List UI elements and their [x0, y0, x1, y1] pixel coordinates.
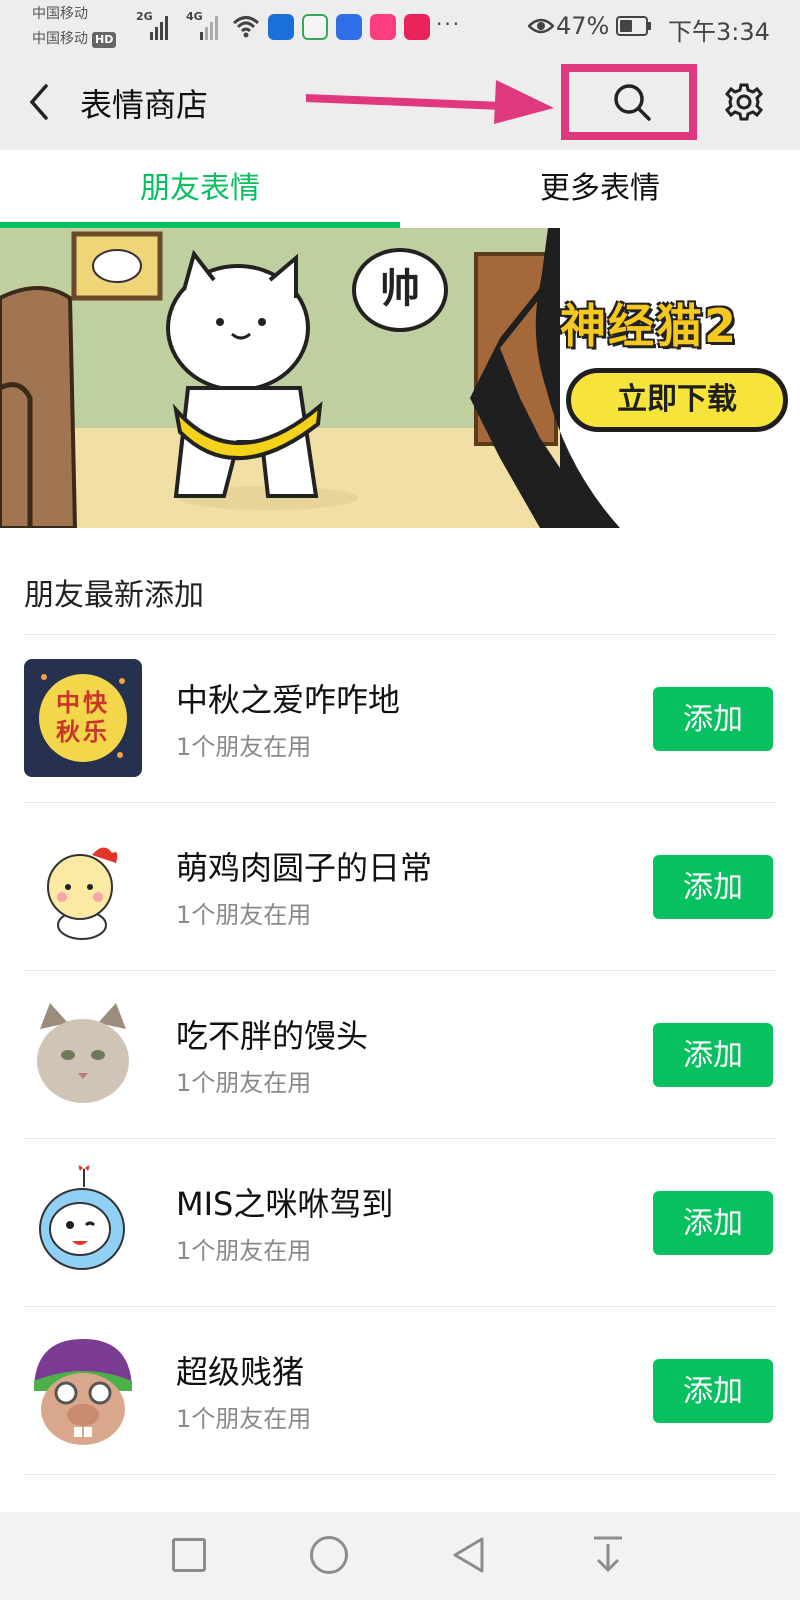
browser-app-icon — [302, 14, 328, 40]
carrier-secondary-label: 中国移动 — [32, 31, 88, 47]
sticker-thumbnail — [24, 827, 142, 945]
recent-apps-icon[interactable] — [172, 1538, 206, 1572]
home-icon[interactable] — [310, 1536, 348, 1574]
promo-banner[interactable]: 帅 神经猫2 立即下载 — [0, 228, 800, 528]
add-button[interactable]: 添加 — [653, 1023, 773, 1087]
sticker-usage: 1个朋友在用 — [176, 1069, 312, 1097]
tab-bar: 朋友表情 更多表情 — [0, 150, 800, 229]
eye-comfort-icon — [528, 18, 554, 34]
download-now-button[interactable]: 立即下载 — [566, 368, 788, 432]
system-back-icon[interactable] — [450, 1536, 486, 1574]
sticker-usage: 1个朋友在用 — [176, 1405, 312, 1433]
notification-pulldown-icon[interactable] — [592, 1534, 624, 1574]
back-icon[interactable] — [24, 82, 54, 122]
clock: 下午3:34 — [668, 18, 770, 46]
sticker-name: 吃不胖的馒头 — [176, 1017, 369, 1055]
sticker-name: 超级贱猪 — [176, 1353, 305, 1391]
list-item[interactable]: 中快秋乐 中秋之爱咋咋地 1个朋友在用 添加 — [0, 635, 800, 803]
sticker-usage: 1个朋友在用 — [176, 1237, 312, 1265]
speech-bubble: 帅 — [352, 248, 448, 332]
add-button[interactable]: 添加 — [653, 1191, 773, 1255]
status-bar: 中国移动 中国移动 HD 2G 4G ··· 47% 下午3:34 — [0, 0, 800, 56]
sticker-thumbnail — [24, 995, 142, 1113]
system-nav-bar — [0, 1512, 800, 1600]
astronaut-thumbnail-icon — [39, 1165, 125, 1270]
banner-title: 神经猫2 — [560, 299, 739, 353]
cat-thumbnail-icon — [37, 1003, 129, 1103]
network-4g-label: 4G — [186, 10, 203, 23]
sticker-name: 中秋之爱咋咋地 — [176, 681, 401, 719]
add-button[interactable]: 添加 — [653, 687, 773, 751]
battery-percent: 47% — [556, 12, 610, 40]
sticker-name: MIS之咪咻驾到 — [176, 1185, 394, 1223]
page-title: 表情商店 — [80, 86, 209, 124]
add-button[interactable]: 添加 — [653, 1359, 773, 1423]
search-icon[interactable] — [612, 82, 652, 122]
wifi-icon — [232, 16, 260, 38]
list-item[interactable]: 超级贱猪 1个朋友在用 添加 — [0, 1307, 800, 1475]
signal-2g-icon: 2G — [136, 10, 168, 40]
hd-badge: HD — [92, 32, 117, 48]
list-item[interactable]: 吃不胖的馒头 1个朋友在用 添加 — [0, 971, 800, 1139]
carrier-secondary: 中国移动 HD — [32, 29, 117, 49]
sticker-name: 萌鸡肉圆子的日常 — [176, 849, 433, 887]
shield-app-icon — [268, 14, 294, 40]
baidu-app-icon — [336, 14, 362, 40]
title-bar: 表情商店 — [0, 56, 800, 150]
list-item[interactable]: 萌鸡肉圆子的日常 1个朋友在用 添加 — [0, 803, 800, 971]
add-button[interactable]: 添加 — [653, 855, 773, 919]
section-title: 朋友最新添加 — [24, 578, 204, 613]
gear-icon[interactable] — [724, 82, 764, 122]
tab-friend-stickers[interactable]: 朋友表情 — [0, 150, 400, 228]
annotation-arrow-icon — [306, 80, 554, 124]
pig-thumbnail-icon — [34, 1339, 132, 1445]
list-item[interactable]: MIS之咪咻驾到 1个朋友在用 添加 — [0, 1139, 800, 1307]
sticker-usage: 1个朋友在用 — [176, 733, 312, 761]
thumbnail-caption: 中快秋乐 — [56, 689, 110, 746]
video-app-icon — [404, 14, 430, 40]
chick-thumbnail-icon — [47, 847, 118, 940]
sticker-thumbnail — [24, 1331, 142, 1449]
battery-tip — [648, 22, 651, 30]
more-notifications-icon: ··· — [436, 12, 462, 36]
battery-icon — [616, 16, 648, 36]
youku-app-icon — [370, 14, 396, 40]
sticker-thumbnail: 中快秋乐 — [24, 659, 142, 777]
signal-4g-icon: 4G — [186, 10, 218, 40]
battery-fill — [620, 20, 632, 32]
network-2g-label: 2G — [136, 10, 153, 23]
sticker-thumbnail — [24, 1163, 142, 1281]
item-divider — [24, 1474, 776, 1475]
sticker-usage: 1个朋友在用 — [176, 901, 312, 929]
tab-more-stickers[interactable]: 更多表情 — [400, 150, 800, 228]
carrier-primary: 中国移动 — [32, 6, 88, 22]
